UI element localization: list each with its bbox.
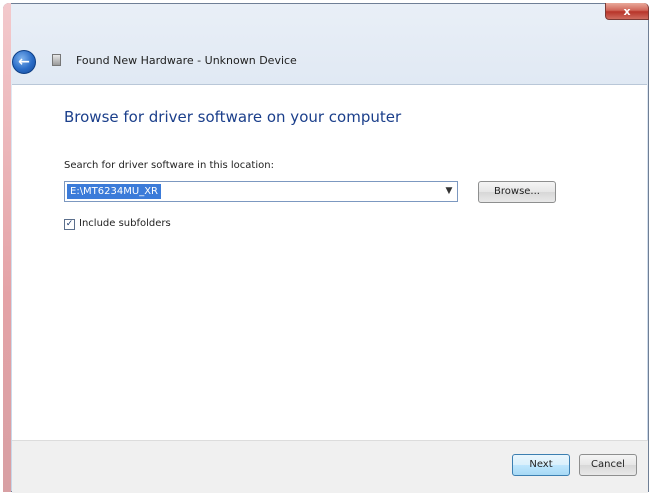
- driver-path-value: E:\MT6234MU_XR: [67, 184, 161, 199]
- page-heading: Browse for driver software on your compu…: [64, 108, 402, 126]
- driver-path-input[interactable]: E:\MT6234MU_XR: [64, 181, 458, 202]
- back-button[interactable]: ←: [12, 50, 36, 74]
- cancel-button[interactable]: Cancel: [579, 454, 637, 476]
- search-location-label: Search for driver software in this locat…: [64, 160, 274, 171]
- window-frame-accent: [3, 3, 11, 492]
- window-title: Found New Hardware - Unknown Device: [76, 54, 297, 67]
- include-subfolders-label[interactable]: Include subfolders: [79, 218, 171, 229]
- path-dropdown-arrow[interactable]: ▼: [442, 183, 456, 200]
- close-button[interactable]: x: [605, 3, 649, 20]
- browse-button[interactable]: Browse...: [478, 181, 556, 203]
- include-subfolders-checkbox[interactable]: ✓: [64, 219, 75, 230]
- content-pane: [12, 84, 647, 441]
- next-button[interactable]: Next: [512, 454, 570, 476]
- back-arrow-icon: ←: [18, 54, 30, 70]
- hardware-device-icon: [52, 54, 61, 66]
